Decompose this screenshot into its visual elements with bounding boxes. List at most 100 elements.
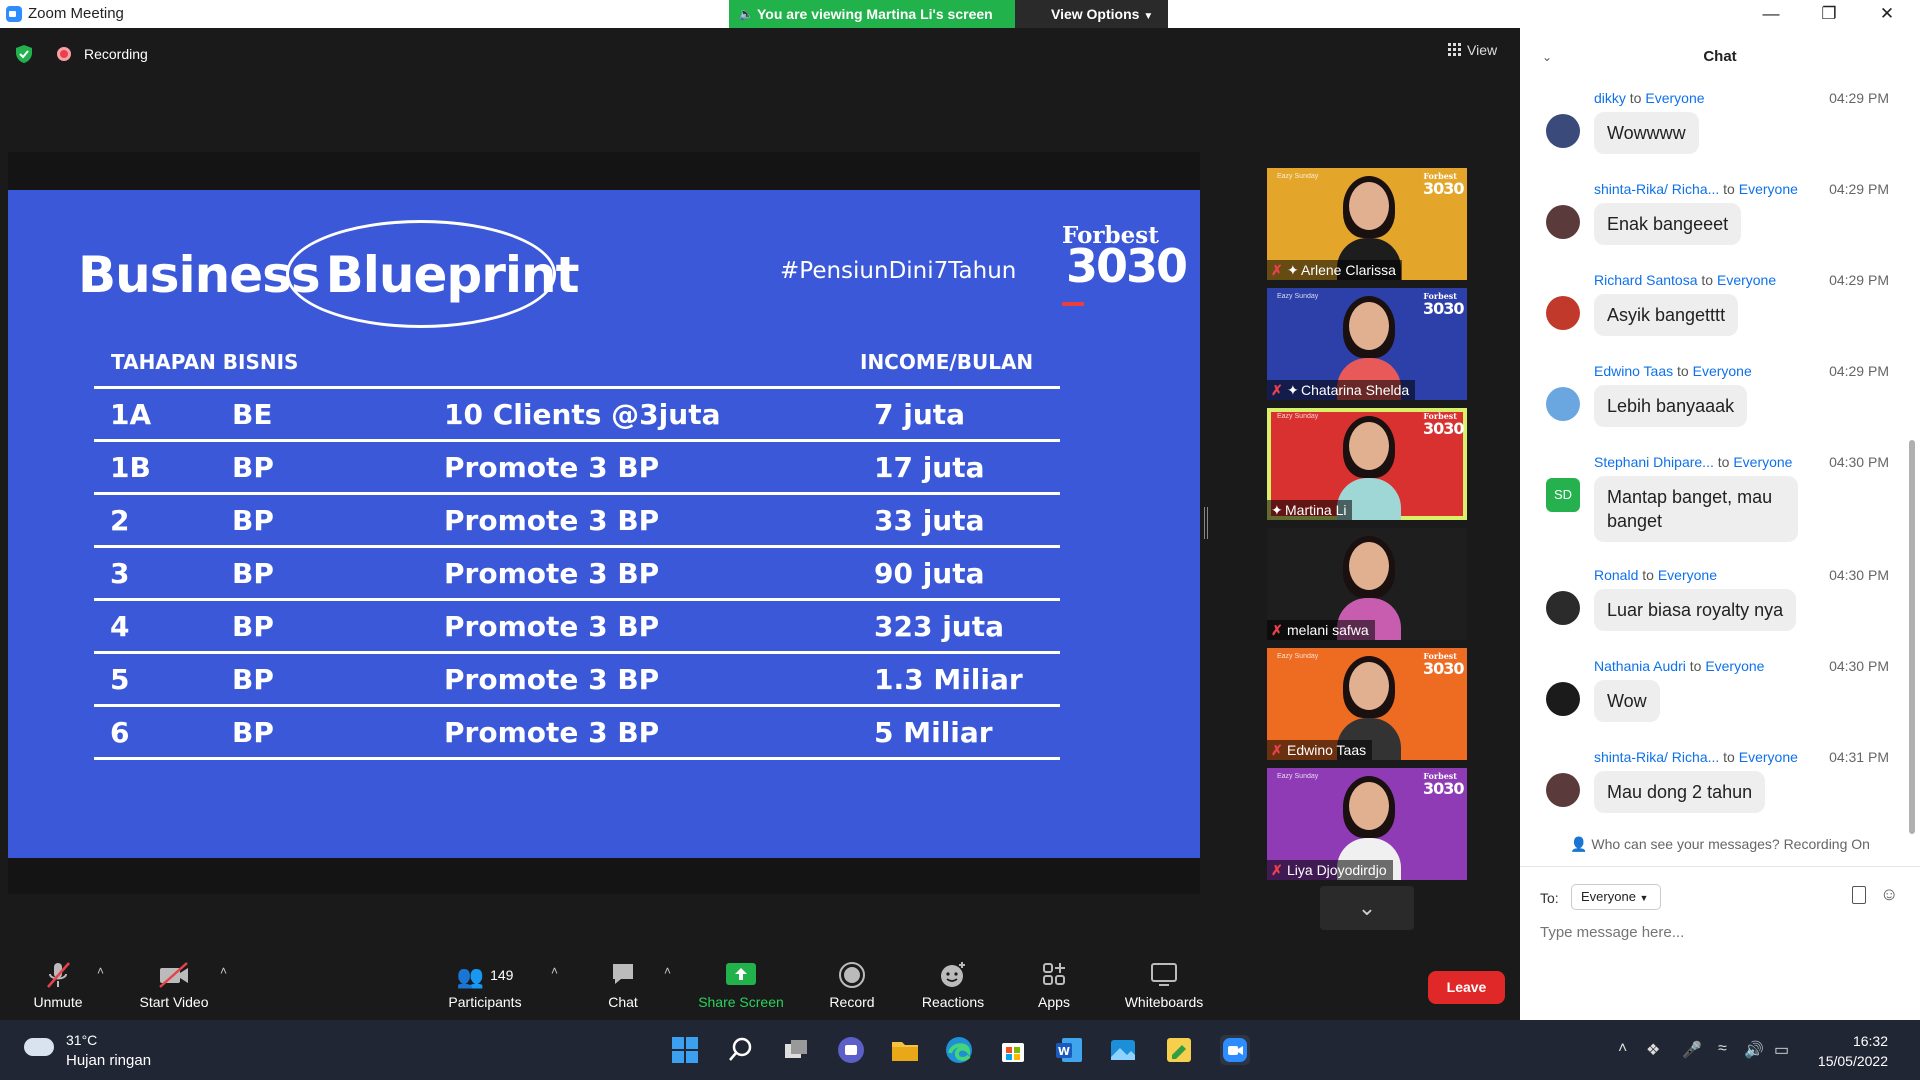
chat-message[interactable]: Nathania Audri to Everyone 04:30 PM Wow: [1520, 658, 1905, 748]
message-recipient[interactable]: Everyone: [1658, 567, 1717, 583]
window-title: Zoom Meeting: [28, 5, 124, 22]
pin-icon: ✦: [1287, 262, 1299, 278]
message-recipient[interactable]: Everyone: [1717, 272, 1776, 288]
chat-message[interactable]: SD Stephani Dhipare... to Everyone 04:30 P…: [1520, 454, 1905, 544]
message-sender-line: Ronald to Everyone: [1594, 567, 1717, 583]
tile-brand-ez: Eazy Sunday: [1277, 413, 1319, 420]
participant-tile[interactable]: Eazy Sunday Forbest 3030 ✦ Martina Li: [1267, 408, 1467, 520]
message-recipient[interactable]: Everyone: [1733, 454, 1792, 470]
message-sender[interactable]: Edwino Taas: [1594, 363, 1673, 379]
dropbox-icon[interactable]: ❖: [1646, 1040, 1660, 1060]
chat-visibility-notice[interactable]: 👤 Who can see your messages? Recording O…: [1520, 836, 1920, 853]
message-sender[interactable]: shinta-Rika/ Richa...: [1594, 181, 1719, 197]
message-bubble: Mantap banget, mau banget: [1594, 476, 1798, 542]
whiteboards-button[interactable]: Whiteboards: [1118, 960, 1210, 1010]
message-sender[interactable]: Ronald: [1594, 567, 1638, 583]
taskbar-clock[interactable]: 16:32 15/05/2022: [1808, 1031, 1888, 1071]
participant-tile[interactable]: ✗ melani safwa: [1267, 528, 1467, 640]
message-sender[interactable]: Nathania Audri: [1594, 658, 1686, 674]
chat-recipient-dropdown[interactable]: Everyone ▼: [1571, 884, 1661, 910]
message-recipient[interactable]: Everyone: [1645, 90, 1704, 106]
message-recipient[interactable]: Everyone: [1739, 181, 1798, 197]
microphone-icon[interactable]: 🎤: [1682, 1040, 1702, 1060]
message-time: 04:29 PM: [1829, 272, 1889, 288]
zoom-taskbar-icon[interactable]: [1220, 1035, 1250, 1065]
apps-button[interactable]: Apps: [1030, 960, 1078, 1010]
chat-collapse-chevron-icon[interactable]: ⌄: [1542, 28, 1552, 86]
chevron-up-icon[interactable]: ˄: [1618, 1040, 1627, 1058]
message-recipient[interactable]: Everyone: [1705, 658, 1764, 674]
chat-message[interactable]: Ronald to Everyone 04:30 PM Luar biasa roy…: [1520, 567, 1905, 657]
message-sender[interactable]: dikky: [1594, 90, 1626, 106]
chat-message[interactable]: shinta-Rika/ Richa... to Everyone 04:31 P…: [1520, 749, 1905, 839]
task-view-icon[interactable]: [782, 1035, 812, 1065]
row-stage: 1A: [110, 398, 152, 431]
unmute-button[interactable]: Unmute: [28, 960, 88, 1010]
participant-tile[interactable]: Eazy Sunday Forbest 3030 ✗ Edwino Taas: [1267, 648, 1467, 760]
chat-message[interactable]: dikky to Everyone 04:29 PM Wowwww: [1520, 90, 1905, 180]
record-button[interactable]: Record: [824, 960, 880, 1010]
chat-message-input[interactable]: [1540, 924, 1900, 941]
microsoft-store-icon[interactable]: [998, 1035, 1028, 1065]
participant-tile[interactable]: Eazy Sunday Forbest 3030 ✗ Liya Djoyodirdjo: [1267, 768, 1467, 880]
participant-name: melani safwa: [1287, 622, 1369, 638]
chat-message[interactable]: shinta-Rika/ Richa... to Everyone 04:29 P…: [1520, 181, 1905, 271]
message-recipient[interactable]: Everyone: [1739, 749, 1798, 765]
message-sender-line: shinta-Rika/ Richa... to Everyone: [1594, 181, 1798, 197]
chat-panel: ⌄ Chat dikky to Everyone 04:29 PM Wowwww sh…: [1520, 28, 1920, 1020]
view-options-button[interactable]: View Options ▼: [1015, 0, 1168, 28]
avatar-initials: SD: [1553, 487, 1573, 502]
volume-icon[interactable]: 🔊: [1744, 1040, 1764, 1060]
gallery-scroll-down-button[interactable]: ⌄: [1320, 886, 1414, 930]
panel-resize-handle[interactable]: [1204, 507, 1208, 539]
message-sender-line: Nathania Audri to Everyone: [1594, 658, 1764, 674]
photos-icon[interactable]: [1108, 1035, 1138, 1065]
search-icon[interactable]: [726, 1035, 756, 1065]
teams-chat-icon[interactable]: [836, 1035, 866, 1065]
video-options-caret[interactable]: ˄: [220, 964, 227, 978]
wifi-icon[interactable]: ≈: [1718, 1040, 1727, 1058]
row-stage: 6: [110, 716, 130, 749]
chat-recipient-value: Everyone: [1581, 889, 1636, 904]
file-explorer-icon[interactable]: [890, 1035, 920, 1065]
whiteboards-label: Whiteboards: [1124, 994, 1204, 1010]
message-to: to: [1689, 658, 1702, 674]
participant-tile[interactable]: Eazy Sunday Forbest 3030 ✗ ✦ Arlene Clarissa: [1267, 168, 1467, 280]
weather-cloud-icon[interactable]: [24, 1038, 54, 1056]
word-icon[interactable]: W: [1054, 1035, 1084, 1065]
minimize-button[interactable]: —: [1748, 0, 1794, 28]
message-sender[interactable]: Richard Santosa: [1594, 272, 1698, 288]
row-stage: 4: [110, 610, 130, 643]
battery-icon[interactable]: ▭: [1774, 1040, 1789, 1060]
participants-button[interactable]: 👥 149 Participants: [440, 960, 530, 1010]
emoji-icon[interactable]: ☺: [1880, 884, 1898, 905]
message-recipient[interactable]: Everyone: [1693, 363, 1752, 379]
avatar: [1546, 682, 1580, 716]
unmute-options-caret[interactable]: ˄: [97, 964, 104, 978]
participant-name-tag: ✗ ✦ Arlene Clarissa: [1267, 260, 1402, 280]
chat-message[interactable]: Edwino Taas to Everyone 04:29 PM Lebih ban…: [1520, 363, 1905, 453]
chat-button[interactable]: Chat: [598, 960, 648, 1010]
close-button[interactable]: ✕: [1864, 0, 1910, 28]
leave-button[interactable]: Leave: [1428, 971, 1505, 1004]
security-shield-icon[interactable]: [14, 44, 34, 64]
message-sender[interactable]: shinta-Rika/ Richa...: [1594, 749, 1719, 765]
message-sender[interactable]: Stephani Dhipare...: [1594, 454, 1714, 470]
edge-browser-icon[interactable]: [944, 1035, 974, 1065]
share-screen-button[interactable]: Share Screen: [693, 960, 789, 1010]
participants-options-caret[interactable]: ˄: [551, 964, 558, 978]
sticky-notes-icon[interactable]: [1164, 1035, 1194, 1065]
chat-options-caret[interactable]: ˄: [664, 964, 671, 978]
row-code: BP: [232, 610, 274, 643]
reactions-button[interactable]: Reactions: [918, 960, 988, 1010]
file-attach-icon[interactable]: [1852, 886, 1866, 904]
restore-button[interactable]: ❐: [1806, 0, 1852, 28]
windows-start-icon[interactable]: [670, 1035, 700, 1065]
row-code: BP: [232, 451, 274, 484]
participant-tile[interactable]: Eazy Sunday Forbest 3030 ✗ ✦ Chatarina Shelda: [1267, 288, 1467, 400]
view-button[interactable]: View: [1448, 42, 1497, 58]
chat-message[interactable]: Richard Santosa to Everyone 04:29 PM Asyik…: [1520, 272, 1905, 362]
chat-scrollbar[interactable]: [1909, 440, 1915, 834]
face: [1349, 782, 1389, 830]
start-video-button[interactable]: Start Video: [132, 960, 216, 1010]
